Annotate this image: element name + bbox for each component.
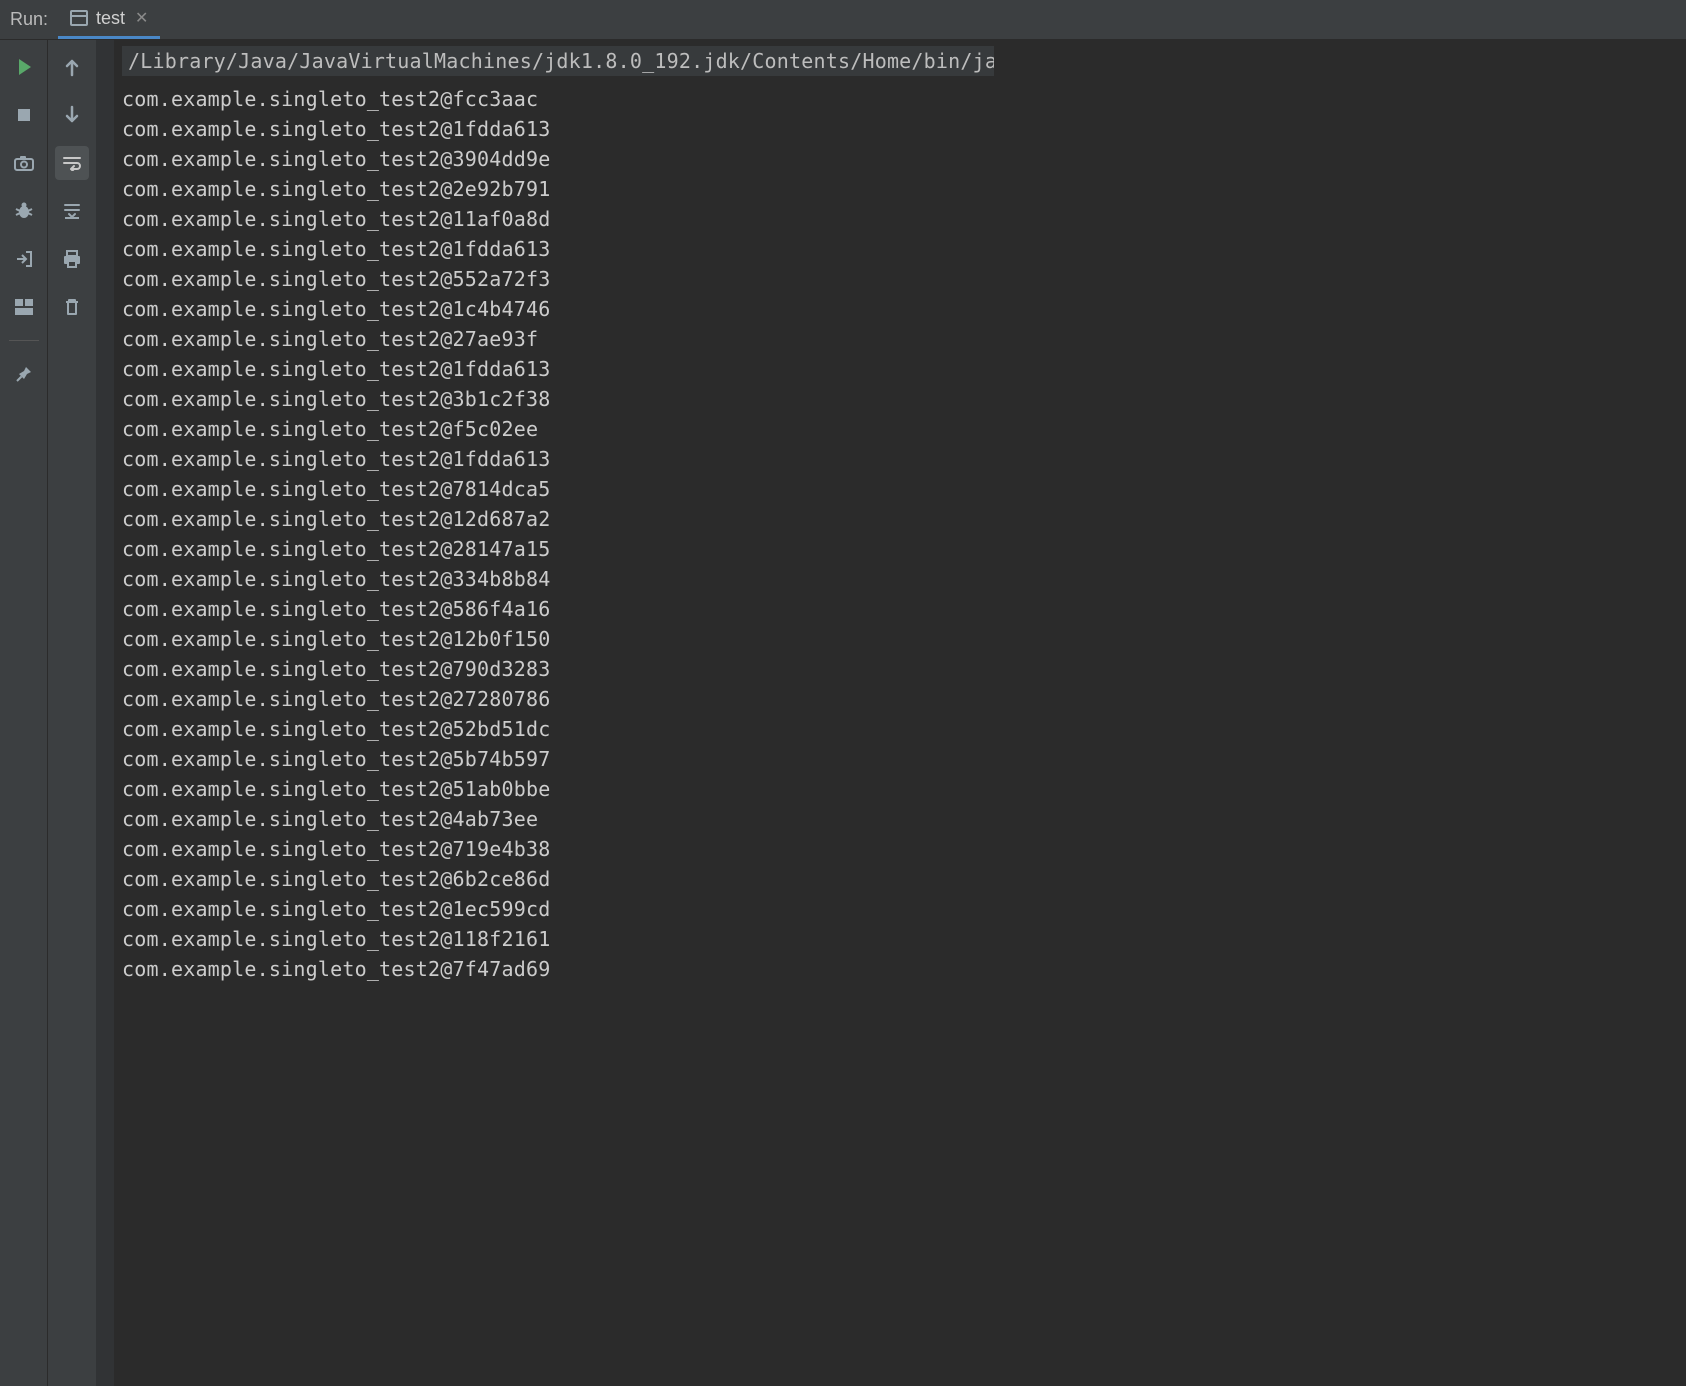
console-line: com.example.singleto_test2@586f4a16 (122, 594, 1686, 624)
console-output[interactable]: /Library/Java/JavaVirtualMachines/jdk1.8… (114, 40, 1686, 1386)
pin-icon (15, 365, 33, 383)
pin-button[interactable] (7, 357, 41, 391)
soft-wrap-button[interactable] (55, 146, 89, 180)
console-line: com.example.singleto_test2@5b74b597 (122, 744, 1686, 774)
stop-icon (18, 109, 30, 121)
play-icon (19, 59, 31, 75)
console-line: com.example.singleto_test2@27ae93f (122, 324, 1686, 354)
layout-icon (15, 299, 33, 315)
run-button[interactable] (7, 50, 41, 84)
console-line: com.example.singleto_test2@1fdda613 (122, 234, 1686, 264)
debug-button[interactable] (7, 194, 41, 228)
console-line: com.example.singleto_test2@52bd51dc (122, 714, 1686, 744)
run-toolbar-primary (0, 40, 48, 1386)
console-line: com.example.singleto_test2@1fdda613 (122, 444, 1686, 474)
exit-button[interactable] (7, 242, 41, 276)
run-tab-test[interactable]: test ✕ (58, 0, 160, 39)
tab-name: test (96, 8, 125, 29)
console-line: com.example.singleto_test2@1c4b4746 (122, 294, 1686, 324)
run-config-icon (70, 10, 88, 26)
console-line: com.example.singleto_test2@1fdda613 (122, 114, 1686, 144)
console-line: com.example.singleto_test2@334b8b84 (122, 564, 1686, 594)
arrow-up-icon (64, 57, 80, 77)
run-toolbar-secondary (48, 40, 96, 1386)
console-line: com.example.singleto_test2@4ab73ee (122, 804, 1686, 834)
console-line: com.example.singleto_test2@28147a15 (122, 534, 1686, 564)
console-line: com.example.singleto_test2@3904dd9e (122, 144, 1686, 174)
toolbar-separator (9, 340, 39, 341)
console-line: com.example.singleto_test2@7814dca5 (122, 474, 1686, 504)
layout-button[interactable] (7, 290, 41, 324)
console-line: com.example.singleto_test2@2e92b791 (122, 174, 1686, 204)
command-line: /Library/Java/JavaVirtualMachines/jdk1.8… (122, 46, 994, 76)
console-line: com.example.singleto_test2@3b1c2f38 (122, 384, 1686, 414)
exit-icon (14, 249, 34, 269)
bug-icon (14, 201, 34, 221)
console-area: /Library/Java/JavaVirtualMachines/jdk1.8… (96, 40, 1686, 1386)
down-button[interactable] (55, 98, 89, 132)
console-line: com.example.singleto_test2@51ab0bbe (122, 774, 1686, 804)
console-line: com.example.singleto_test2@1ec599cd (122, 894, 1686, 924)
close-icon[interactable]: ✕ (135, 8, 148, 28)
console-line: com.example.singleto_test2@1fdda613 (122, 354, 1686, 384)
console-line: com.example.singleto_test2@f5c02ee (122, 414, 1686, 444)
run-label: Run: (6, 9, 58, 30)
run-tool-header: Run: test ✕ (0, 0, 1686, 40)
up-button[interactable] (55, 50, 89, 84)
console-line: com.example.singleto_test2@118f2161 (122, 924, 1686, 954)
console-line: com.example.singleto_test2@552a72f3 (122, 264, 1686, 294)
console-line: com.example.singleto_test2@27280786 (122, 684, 1686, 714)
print-button[interactable] (55, 242, 89, 276)
clear-button[interactable] (55, 290, 89, 324)
soft-wrap-icon (62, 155, 82, 171)
dump-threads-button[interactable] (7, 146, 41, 180)
console-line: com.example.singleto_test2@12d687a2 (122, 504, 1686, 534)
scroll-end-icon (62, 202, 82, 220)
trash-icon (64, 297, 80, 317)
console-line: com.example.singleto_test2@fcc3aac (122, 84, 1686, 114)
console-gutter (96, 40, 114, 1386)
console-line: com.example.singleto_test2@11af0a8d (122, 204, 1686, 234)
run-tool-body: /Library/Java/JavaVirtualMachines/jdk1.8… (0, 40, 1686, 1386)
console-line: com.example.singleto_test2@7f47ad69 (122, 954, 1686, 984)
arrow-down-icon (64, 105, 80, 125)
console-line: com.example.singleto_test2@12b0f150 (122, 624, 1686, 654)
console-line: com.example.singleto_test2@790d3283 (122, 654, 1686, 684)
console-line: com.example.singleto_test2@6b2ce86d (122, 864, 1686, 894)
print-icon (62, 249, 82, 269)
scroll-to-end-button[interactable] (55, 194, 89, 228)
camera-icon (13, 154, 35, 172)
stop-button[interactable] (7, 98, 41, 132)
console-line: com.example.singleto_test2@719e4b38 (122, 834, 1686, 864)
